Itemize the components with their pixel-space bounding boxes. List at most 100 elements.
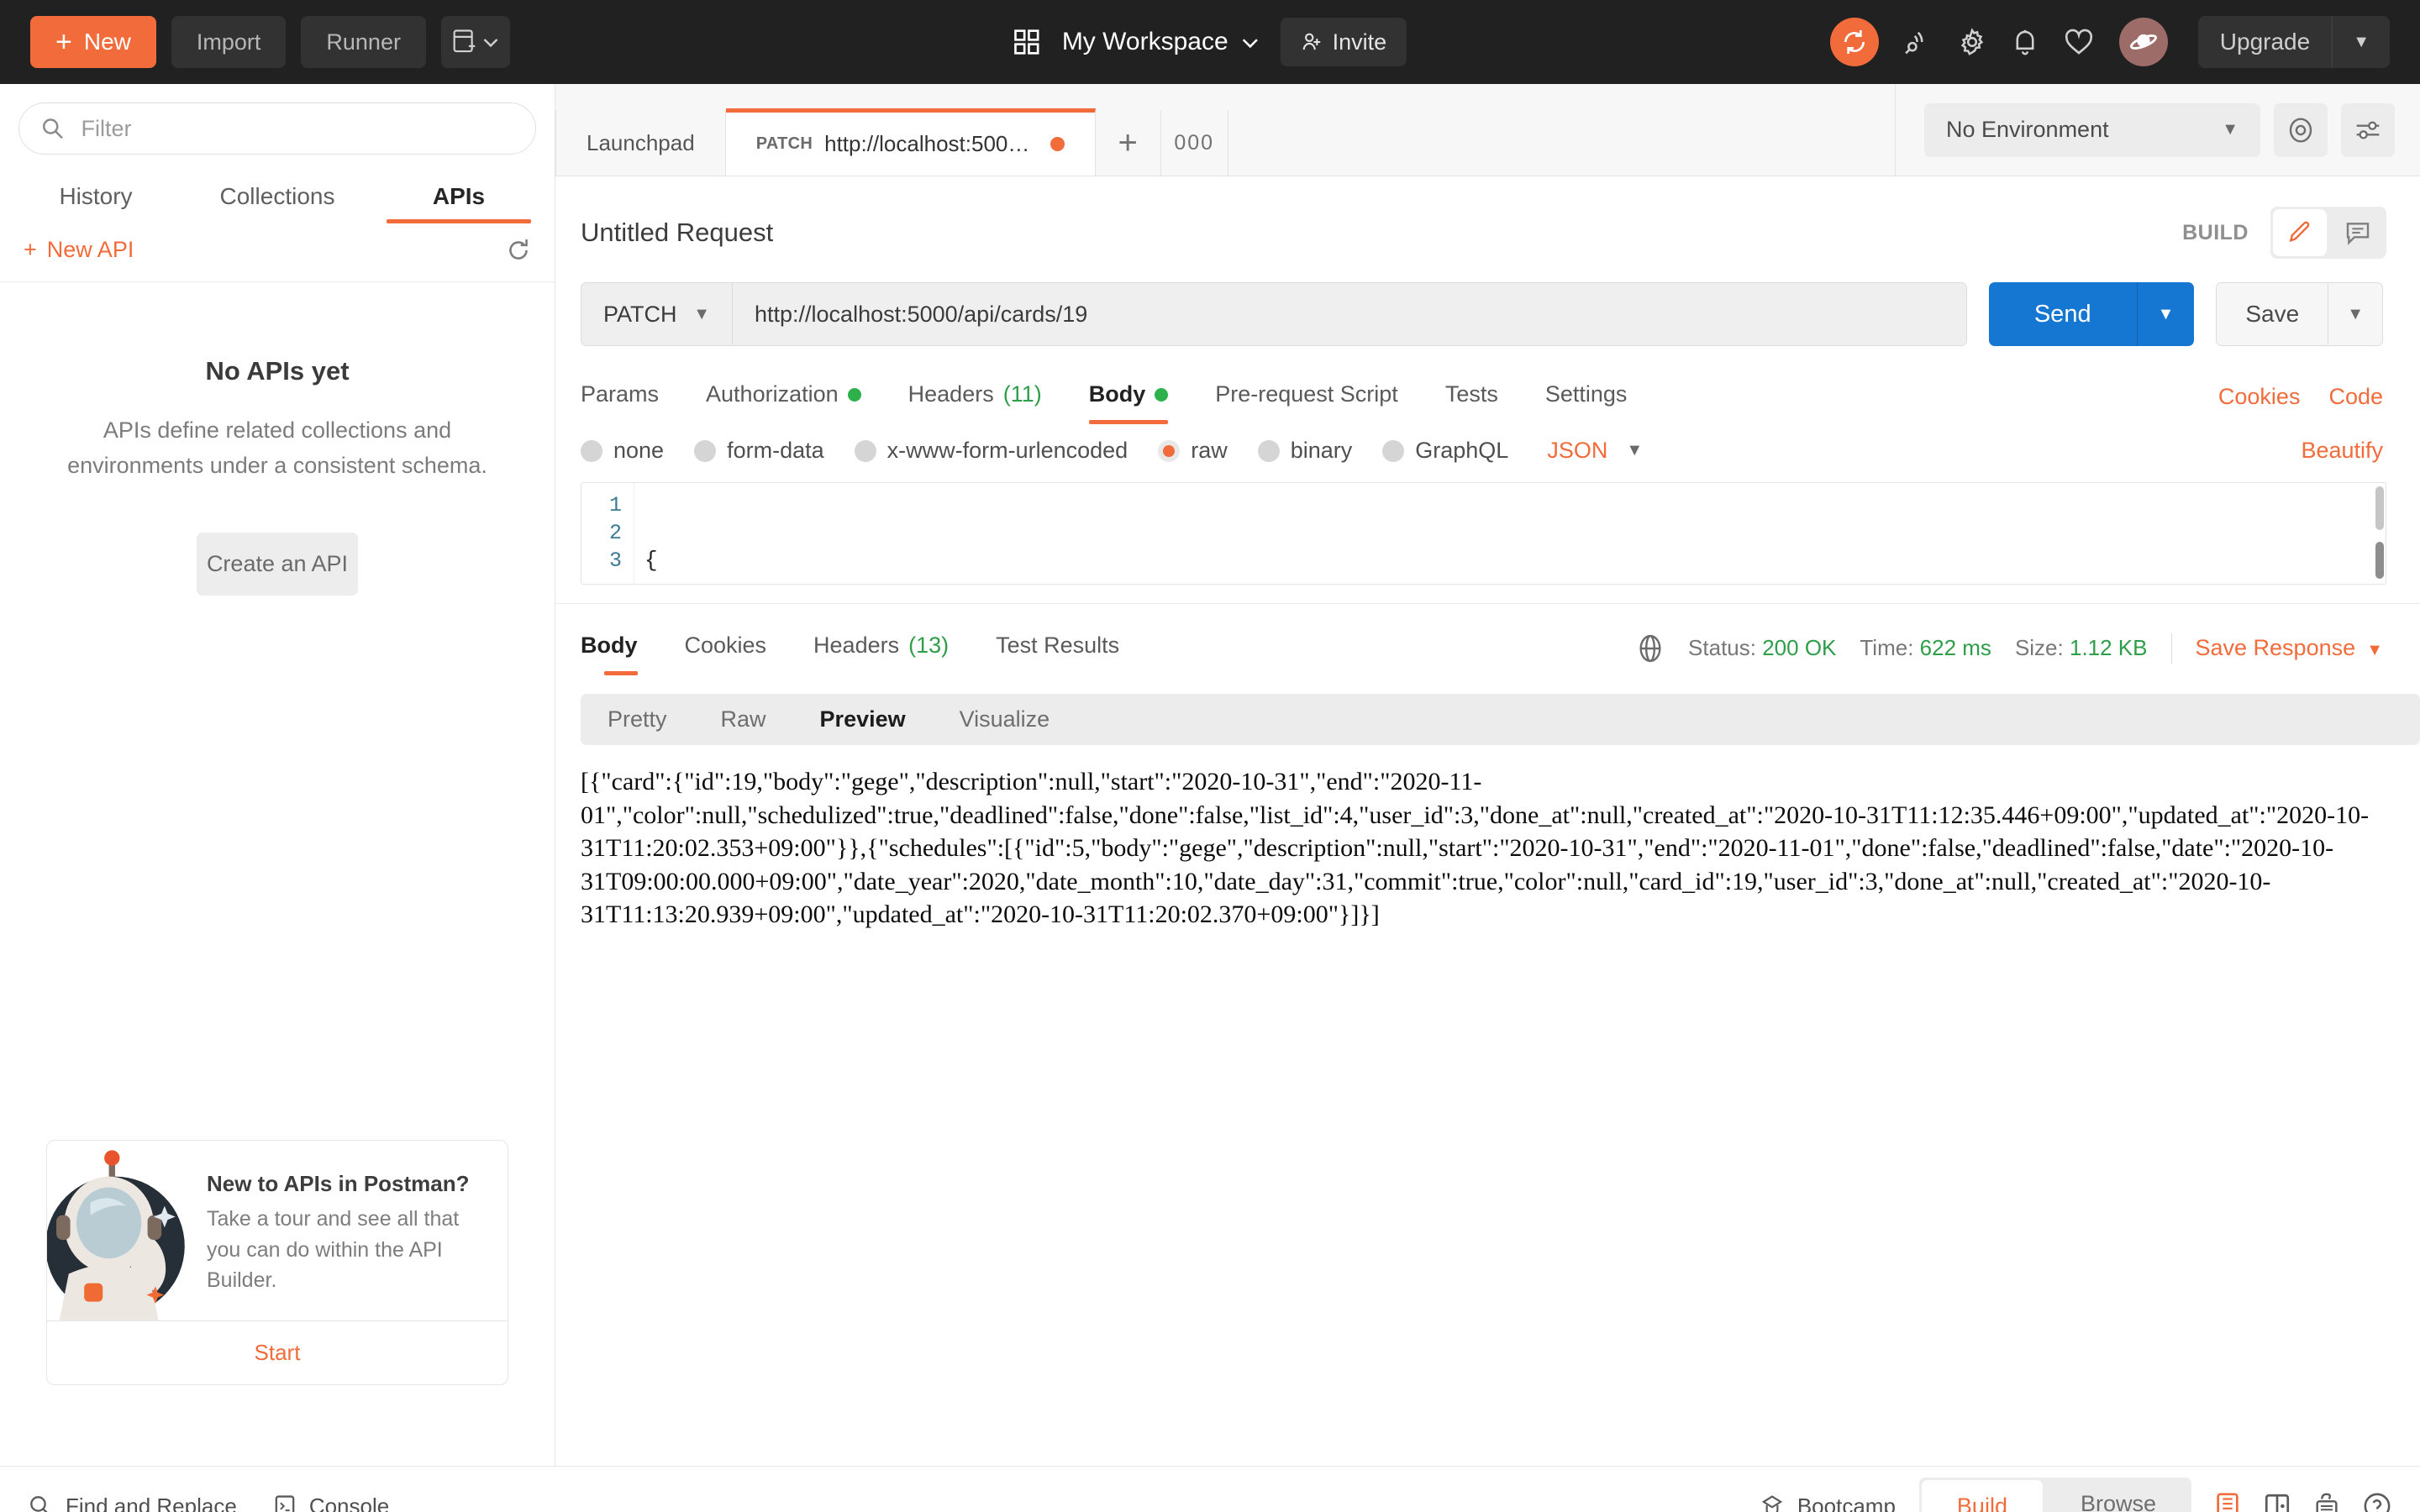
status-value: 200 OK bbox=[1762, 635, 1837, 660]
request-tab-patch-cards[interactable]: PATCH http://localhost:5000/api/car... bbox=[725, 108, 1096, 176]
send-options-chevron-icon[interactable]: ▼ bbox=[2136, 282, 2195, 346]
plus-icon: + bbox=[24, 237, 37, 262]
heart-icon[interactable] bbox=[2064, 29, 2094, 55]
tab-headers[interactable]: Headers (11) bbox=[885, 370, 1065, 424]
empty-description: APIs define related collections and envi… bbox=[67, 417, 487, 478]
view-visualize[interactable]: Visualize bbox=[933, 694, 1077, 745]
edit-request-button[interactable] bbox=[2273, 209, 2327, 256]
tab-settings[interactable]: Settings bbox=[1522, 370, 1651, 424]
response-body-text: [{"card":{"id":19,"body":"gege","descrip… bbox=[581, 768, 2370, 929]
response-tab-cookies[interactable]: Cookies bbox=[661, 621, 791, 675]
environment-selector[interactable]: No Environment ▼ bbox=[1924, 102, 2260, 157]
body-mode-none[interactable]: none bbox=[581, 438, 664, 464]
tab-params[interactable]: Params bbox=[581, 370, 682, 424]
code-line-1: { bbox=[644, 548, 658, 573]
tour-paragraph: Take a tour and see all that you can do … bbox=[207, 1207, 460, 1292]
status-bar: Find and Replace Console Bootcamp Build … bbox=[0, 1466, 2420, 1512]
tab-tests[interactable]: Tests bbox=[1422, 370, 1522, 424]
radio-icon-selected bbox=[1158, 439, 1181, 462]
top-bar: + New Import Runner My Workspace Invite … bbox=[0, 0, 2420, 84]
editor-scrollbar-thumb[interactable] bbox=[2375, 542, 2384, 579]
tab-options-button[interactable]: 000 bbox=[1161, 110, 1228, 176]
cookies-link[interactable]: Cookies bbox=[2218, 384, 2301, 410]
bootcamp-button[interactable]: Bootcamp bbox=[1760, 1494, 1896, 1512]
tab-body[interactable]: Body bbox=[1065, 370, 1192, 424]
request-tab-launchpad[interactable]: Launchpad bbox=[555, 110, 726, 176]
new-api-button[interactable]: + New API bbox=[24, 237, 134, 263]
bell-icon[interactable] bbox=[2012, 28, 2039, 56]
url-input[interactable] bbox=[733, 283, 1966, 345]
filter-box[interactable] bbox=[18, 102, 536, 155]
tab-pre-request-script[interactable]: Pre-request Script bbox=[1192, 370, 1422, 424]
find-and-replace-button[interactable]: Find and Replace bbox=[29, 1494, 237, 1512]
code-link[interactable]: Code bbox=[2328, 384, 2383, 410]
new-tab-button[interactable]: + bbox=[1096, 110, 1161, 176]
body-mode-binary[interactable]: binary bbox=[1257, 438, 1352, 464]
two-pane-layout-icon[interactable] bbox=[2264, 1492, 2291, 1512]
view-preview[interactable]: Preview bbox=[793, 694, 933, 745]
status-dot-icon bbox=[1155, 387, 1169, 402]
create-api-button[interactable]: Create an API bbox=[197, 532, 358, 596]
import-button[interactable]: Import bbox=[171, 16, 287, 68]
chevron-down-icon bbox=[1242, 38, 1258, 48]
save-response-button[interactable]: Save Response ▼ bbox=[2196, 635, 2384, 661]
gear-icon[interactable] bbox=[1958, 28, 1986, 56]
sidebar-tab-history[interactable]: History bbox=[5, 168, 187, 223]
tab-authorization[interactable]: Authorization bbox=[682, 370, 885, 424]
workspace-selector-group: My Workspace Invite bbox=[1013, 18, 1407, 66]
console-button[interactable]: Console bbox=[274, 1494, 389, 1512]
response-tab-test-results[interactable]: Test Results bbox=[972, 621, 1143, 675]
save-button[interactable]: Save ▼ bbox=[2216, 282, 2383, 346]
chevron-down-icon[interactable]: ▼ bbox=[2332, 16, 2390, 68]
upgrade-button[interactable]: Upgrade ▼ bbox=[2197, 16, 2390, 68]
chevron-down-icon: ▼ bbox=[2222, 120, 2238, 139]
body-mode-graphql[interactable]: GraphQL bbox=[1382, 438, 1508, 464]
send-button[interactable]: Send ▼ bbox=[1988, 282, 2195, 346]
keyboard-shortcut-icon[interactable] bbox=[2314, 1492, 2339, 1512]
body-mode-raw[interactable]: raw bbox=[1158, 438, 1228, 464]
headers-count: (11) bbox=[1002, 381, 1042, 407]
globe-icon[interactable] bbox=[1636, 634, 1665, 663]
request-body-editor[interactable]: 1 2 3 { "body": "gege" } bbox=[581, 482, 2386, 585]
sidebar-tab-collections[interactable]: Collections bbox=[187, 168, 368, 223]
avatar[interactable] bbox=[2118, 18, 2168, 66]
tour-start-button[interactable]: Start bbox=[47, 1320, 508, 1384]
sync-button[interactable] bbox=[1829, 18, 1879, 66]
comment-button[interactable] bbox=[2329, 207, 2386, 259]
response-tab-body[interactable]: Body bbox=[581, 621, 661, 675]
satellite-icon[interactable] bbox=[1904, 28, 1933, 56]
sidebar-layout-icon[interactable] bbox=[2215, 1492, 2240, 1512]
view-pretty[interactable]: Pretty bbox=[581, 694, 694, 745]
editor-scrollbar-top[interactable] bbox=[2375, 486, 2384, 530]
edit-comment-segment bbox=[2270, 207, 2386, 259]
raw-format-selector[interactable]: JSON ▼ bbox=[1547, 438, 1643, 464]
sliders-icon bbox=[2356, 120, 2380, 139]
environment-quick-look-button[interactable] bbox=[2274, 102, 2328, 157]
editor-code[interactable]: { "body": "gege" } bbox=[634, 483, 2386, 584]
tour-card: New to APIs in Postman? Take a tour and … bbox=[46, 1140, 508, 1385]
help-icon[interactable] bbox=[2363, 1492, 2391, 1512]
method-selector[interactable]: PATCH ▼ bbox=[581, 283, 733, 345]
new-button-label: New bbox=[83, 29, 131, 55]
tab-method-label: PATCH bbox=[755, 134, 813, 153]
build-mode-button[interactable]: Build bbox=[1921, 1479, 2043, 1512]
runner-button[interactable]: Runner bbox=[301, 16, 426, 68]
request-section-tabs: Params Authorization Headers (11) Body P… bbox=[555, 346, 2420, 424]
refresh-icon[interactable] bbox=[506, 238, 531, 263]
browse-mode-button[interactable]: Browse bbox=[2045, 1478, 2191, 1512]
invite-button[interactable]: Invite bbox=[1280, 18, 1407, 66]
astronaut-illustration bbox=[47, 1150, 185, 1320]
beautify-button[interactable]: Beautify bbox=[2301, 438, 2383, 464]
body-mode-urlencoded[interactable]: x-www-form-urlencoded bbox=[854, 438, 1128, 464]
search-input[interactable] bbox=[81, 115, 513, 142]
new-button[interactable]: + New bbox=[30, 16, 156, 68]
workspace-selector[interactable]: My Workspace bbox=[1062, 28, 1259, 56]
view-raw[interactable]: Raw bbox=[694, 694, 793, 745]
new-window-icon bbox=[454, 29, 476, 53]
response-tab-headers[interactable]: Headers (13) bbox=[790, 621, 972, 675]
body-mode-form-data[interactable]: form-data bbox=[694, 438, 824, 464]
sidebar-tab-apis[interactable]: APIs bbox=[368, 168, 550, 223]
new-window-button[interactable] bbox=[440, 16, 510, 68]
environment-settings-button[interactable] bbox=[2341, 102, 2395, 157]
save-options-chevron-icon[interactable]: ▼ bbox=[2328, 283, 2382, 345]
